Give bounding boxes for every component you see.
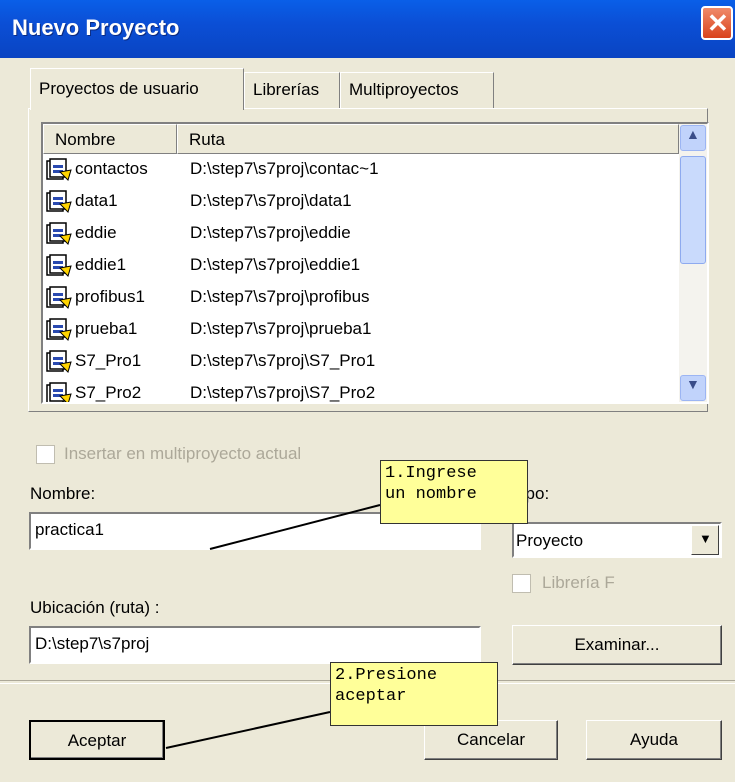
annotation-note-1: 1.Ingrese un nombre <box>380 460 528 524</box>
tab-user-projects[interactable]: Proyectos de usuario <box>30 68 244 110</box>
annotation-note-2: 2.Presione aceptar <box>330 662 498 726</box>
